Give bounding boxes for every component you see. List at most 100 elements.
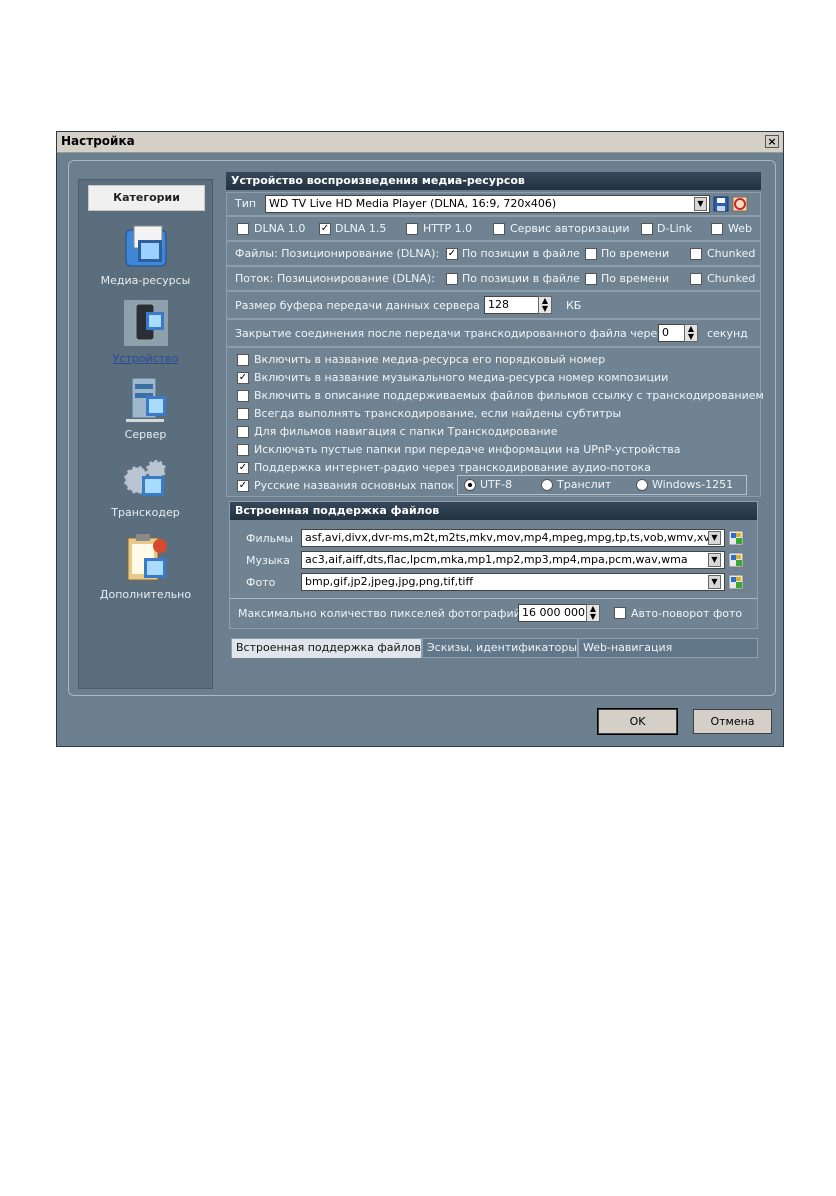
option-checkbox[interactable] <box>237 426 249 438</box>
translit-label: Транслит <box>557 478 612 491</box>
buffer-size-input[interactable]: 128 <box>484 296 540 314</box>
ok-button[interactable]: OK <box>597 708 678 735</box>
russian-folders-label: Русские названия основных папок <box>254 479 455 492</box>
sidebar-item-device[interactable]: Устройство <box>79 298 212 365</box>
files-by-position-checkbox[interactable]: ✓ <box>446 248 458 260</box>
window-title: Настройка <box>61 134 135 148</box>
settings-dialog: Настройка × Категории Медиа-ресурсы Устр… <box>56 131 784 747</box>
files-positioning-row: Файлы: Позиционирование (DLNA): ✓ По поз… <box>226 241 761 266</box>
tab-builtin-support[interactable]: Встроенная поддержка файлов <box>231 638 422 658</box>
stream-by-time-label: По времени <box>601 272 670 285</box>
formats-config-icon[interactable] <box>728 552 744 568</box>
tab-web-navigation[interactable]: Web-навигация <box>578 638 758 658</box>
type-label: Тип <box>235 197 257 210</box>
auth-service-checkbox[interactable] <box>493 223 505 235</box>
auth-service-label: Сервис авторизации <box>510 222 630 235</box>
stream-by-position-checkbox[interactable] <box>446 273 458 285</box>
categories-sidebar: Категории Медиа-ресурсы Устройство Серве… <box>78 179 213 689</box>
russian-folders-checkbox[interactable]: ✓ <box>237 480 249 492</box>
files-chunked-checkbox[interactable] <box>690 248 702 260</box>
device-icon <box>123 300 168 346</box>
formats-config-icon[interactable] <box>728 574 744 590</box>
sidebar-item-server[interactable]: Сервер <box>79 376 212 441</box>
stream-by-position-label: По позиции в файле <box>462 272 580 285</box>
max-pixels-label: Максимально количество пикселей фотограф… <box>238 607 521 620</box>
sidebar-item-media-resources[interactable]: Медиа-ресурсы <box>79 222 212 287</box>
translit-radio[interactable] <box>541 479 553 491</box>
buffer-unit: КБ <box>566 299 582 312</box>
option-label: Всегда выполнять транскодирование, если … <box>254 407 622 420</box>
buffer-size-stepper[interactable]: ▲ ▼ <box>538 296 552 314</box>
stream-by-time-checkbox[interactable] <box>585 273 597 285</box>
encoding-group: UTF-8 Транслит Windows-1251 <box>457 475 747 495</box>
divider <box>230 598 757 599</box>
protocols-row: DLNA 1.0 ✓ DLNA 1.5 HTTP 1.0 Сервис авто… <box>226 216 761 241</box>
media-resources-icon <box>125 225 166 267</box>
web-label: Web <box>728 222 752 235</box>
chevron-down-icon[interactable]: ▼ <box>708 553 721 567</box>
type-row: Тип WD TV Live HD Media Player (DLNA, 16… <box>226 192 761 216</box>
reset-icon[interactable] <box>732 196 748 212</box>
utf8-label: UTF-8 <box>480 478 513 491</box>
movies-extensions-input[interactable]: asf,avi,divx,dvr-ms,m2t,m2ts,mkv,mov,mp4… <box>301 529 725 547</box>
sidebar-item-transcoder[interactable]: Транскодер <box>79 454 212 519</box>
autorotate-checkbox[interactable] <box>614 607 626 619</box>
device-type-select[interactable]: WD TV Live HD Media Player (DLNA, 16:9, … <box>265 195 710 213</box>
dlink-checkbox[interactable] <box>641 223 653 235</box>
option-checkbox[interactable]: ✓ <box>237 462 249 474</box>
transcoder-icon <box>122 458 167 496</box>
chevron-down-icon[interactable]: ▼ <box>694 197 707 211</box>
http10-label: HTTP 1.0 <box>423 222 473 235</box>
option-checkbox[interactable] <box>237 408 249 420</box>
option-label: Для фильмов навигация с папки Транскодир… <box>254 425 558 438</box>
files-chunked-label: Chunked <box>707 247 756 260</box>
chevron-down-icon[interactable]: ▼ <box>708 531 721 545</box>
windows1251-label: Windows-1251 <box>652 478 734 491</box>
dlna10-checkbox[interactable] <box>237 223 249 235</box>
dlna15-label: DLNA 1.5 <box>335 222 387 235</box>
web-checkbox[interactable] <box>711 223 723 235</box>
music-extensions-input[interactable]: ac3,aif,aiff,dts,flac,lpcm,mka,mp1,mp2,m… <box>301 551 725 569</box>
sidebar-item-label: Дополнительно <box>99 588 192 601</box>
stream-chunked-label: Chunked <box>707 272 756 285</box>
title-bar[interactable]: Настройка × <box>57 132 783 153</box>
utf8-radio[interactable] <box>464 479 476 491</box>
sidebar-item-label: Медиа-ресурсы <box>100 274 191 287</box>
max-pixels-input[interactable]: 16 000 000 <box>518 604 588 622</box>
photo-extensions-input[interactable]: bmp,gif,jp2,jpeg,jpg,png,tif,tiff <box>301 573 725 591</box>
option-label: Включить в описание поддерживаемых файло… <box>254 389 764 402</box>
http10-checkbox[interactable] <box>406 223 418 235</box>
server-icon <box>125 377 166 422</box>
music-label: Музыка <box>246 554 290 567</box>
files-by-time-label: По времени <box>601 247 670 260</box>
sidebar-item-label: Устройство <box>112 352 179 365</box>
dlna15-checkbox[interactable]: ✓ <box>319 223 331 235</box>
options-block: Включить в название медиа-ресурса его по… <box>226 347 764 497</box>
builtin-section-title: Встроенная поддержка файлов <box>230 502 757 520</box>
option-label: Поддержка интернет-радио через транскоди… <box>254 461 651 474</box>
max-pixels-stepper[interactable]: ▲ ▼ <box>586 604 600 622</box>
device-section-title: Устройство воспроизведения медиа-ресурсо… <box>226 172 761 190</box>
option-checkbox[interactable] <box>237 390 249 402</box>
chevron-down-icon[interactable]: ▼ <box>708 575 721 589</box>
sidebar-item-additional[interactable]: Дополнительно <box>79 532 212 601</box>
buffer-row: Размер буфера передачи данных сервера 12… <box>226 291 761 319</box>
close-button[interactable]: × <box>765 135 779 148</box>
cancel-button[interactable]: Отмена <box>693 709 772 734</box>
photo-label: Фото <box>246 576 276 589</box>
tab-thumbnails-identifiers[interactable]: Эскизы, идентификаторы <box>422 638 578 658</box>
builtin-support-block: Встроенная поддержка файлов Фильмы asf,a… <box>229 501 758 629</box>
save-icon[interactable] <box>713 196 729 212</box>
stream-positioning-row: Поток: Позиционирование (DLNA): По позиц… <box>226 266 761 291</box>
option-label: Включить в название музыкального медиа-р… <box>254 371 669 384</box>
windows1251-radio[interactable] <box>636 479 648 491</box>
option-checkbox[interactable] <box>237 444 249 456</box>
autorotate-label: Авто-поворот фото <box>631 607 743 620</box>
option-checkbox[interactable] <box>237 354 249 366</box>
option-checkbox[interactable]: ✓ <box>237 372 249 384</box>
close-delay-stepper[interactable]: ▲ ▼ <box>684 324 698 342</box>
files-by-time-checkbox[interactable] <box>585 248 597 260</box>
stream-chunked-checkbox[interactable] <box>690 273 702 285</box>
formats-config-icon[interactable] <box>728 530 744 546</box>
close-delay-input[interactable]: 0 <box>658 324 686 342</box>
